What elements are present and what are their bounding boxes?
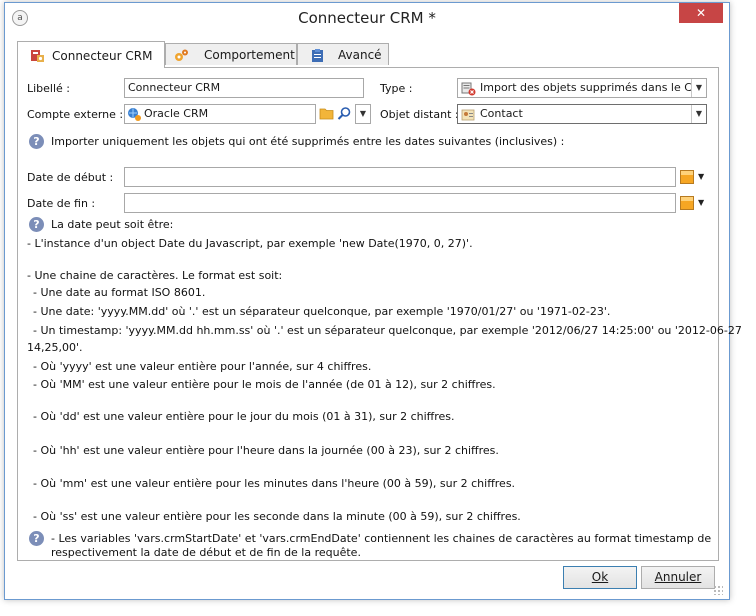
help-line: - Où 'mm' est une valeur entière pour le… <box>33 477 516 490</box>
compte-externe-input[interactable]: Oracle CRM <box>124 104 316 124</box>
compte-externe-label: Compte externe : <box>27 108 124 121</box>
tab-avance[interactable]: Avancé <box>297 43 389 65</box>
compte-externe-value: Oracle CRM <box>144 107 209 120</box>
help-line: - Où 'yyyy' est une valeur entière pour … <box>33 360 372 373</box>
crm-connector-icon <box>31 50 44 62</box>
help-line: - Où 'MM' est une valeur entière pour le… <box>33 378 496 391</box>
contact-icon <box>461 109 475 121</box>
title-bar[interactable]: a Connecteur CRM * ✕ <box>5 3 729 33</box>
cancel-button[interactable]: Annuler <box>641 566 715 589</box>
tab-connecteur-crm[interactable]: Connecteur CRM <box>17 41 165 68</box>
info-text: Importer uniquement les objets qui ont é… <box>51 135 565 148</box>
help-line: - Un timestamp: 'yyyy.MM.dd hh.mm.ss' où… <box>33 324 742 337</box>
tab-panel: Libellé : Connecteur CRM Type : Import d… <box>17 67 742 561</box>
calendar-icon[interactable] <box>680 170 694 184</box>
clipboard-icon <box>312 49 323 62</box>
chevron-down-icon[interactable]: ▼ <box>698 198 704 207</box>
dialog-window: a Connecteur CRM * ✕ Connecteur CRM Comp… <box>4 2 742 600</box>
tab-comportement[interactable]: Comportement <box>165 43 297 65</box>
help-line: - Une chaine de caractères. Le format es… <box>27 269 283 282</box>
tab-label: Avancé <box>338 48 382 62</box>
tab-label: Comportement <box>204 48 295 62</box>
objet-distant-select[interactable]: Contact ▼ <box>457 104 707 124</box>
help-heading: La date peut soit être: <box>51 218 174 231</box>
chevron-down-icon[interactable]: ▼ <box>698 172 704 181</box>
help-icon: ? <box>29 531 44 546</box>
chevron-down-icon: ▼ <box>356 105 370 123</box>
date-debut-label: Date de début : <box>27 171 114 184</box>
compte-dropdown-button[interactable]: ▼ <box>355 104 371 124</box>
note-line: respectivement la date de début et de fi… <box>51 546 361 559</box>
help-line: - Où 'dd' est une valeur entière pour le… <box>33 410 455 423</box>
folder-icon[interactable] <box>319 106 334 121</box>
type-label: Type : <box>380 82 413 95</box>
objet-distant-label: Objet distant : <box>380 108 459 121</box>
note-line: - Les variables 'vars.crmStartDate' et '… <box>51 532 712 545</box>
gears-icon <box>175 49 188 61</box>
help-line: - Où 'ss' est une valeur entière pour le… <box>33 510 521 523</box>
calendar-icon[interactable] <box>680 196 694 210</box>
window-title: Connecteur CRM * <box>298 9 436 27</box>
help-line: - Une date: 'yyyy.MM.dd' où '.' est un s… <box>33 305 611 318</box>
help-line: - Où 'hh' est une valeur entière pour l'… <box>33 444 499 457</box>
delete-import-icon <box>461 82 476 96</box>
help-line: - Une date au format ISO 8601. <box>33 286 206 299</box>
help-line: 14,25,00'. <box>27 341 83 354</box>
resize-grip[interactable] <box>713 585 723 595</box>
objet-distant-value: Contact <box>480 107 523 120</box>
help-icon: ? <box>29 134 44 149</box>
ok-button[interactable]: Ok <box>563 566 637 589</box>
close-button[interactable]: ✕ <box>679 3 723 23</box>
libelle-label: Libellé : <box>27 82 71 95</box>
external-account-icon <box>128 108 141 121</box>
chevron-down-icon[interactable]: ▼ <box>691 105 706 123</box>
tab-label: Connecteur CRM <box>52 49 153 63</box>
type-value: Import des objets supprimés dans le CR <box>480 81 700 94</box>
type-select[interactable]: Import des objets supprimés dans le CR ▼ <box>457 78 707 98</box>
search-icon[interactable] <box>337 106 352 121</box>
libelle-input[interactable]: Connecteur CRM <box>124 78 364 98</box>
help-icon: ? <box>29 217 44 232</box>
help-line: - L'instance d'un object Date du Javascr… <box>27 237 473 250</box>
date-fin-label: Date de fin : <box>27 197 96 210</box>
date-fin-input[interactable] <box>124 193 676 213</box>
chevron-down-icon[interactable]: ▼ <box>691 79 706 97</box>
date-debut-input[interactable] <box>124 167 676 187</box>
